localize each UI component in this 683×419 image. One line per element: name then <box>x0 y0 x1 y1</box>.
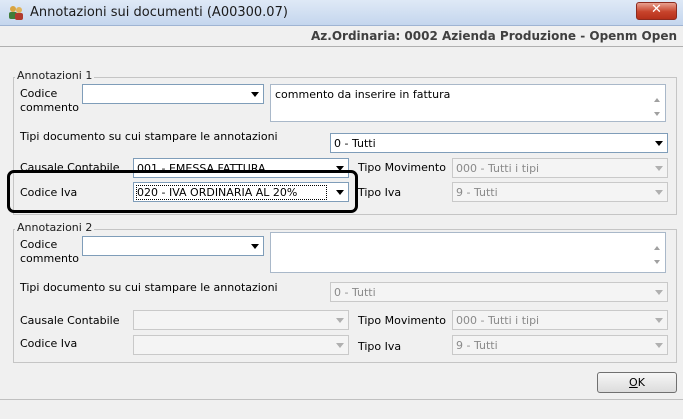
ok-button-label: K <box>637 376 645 389</box>
tipo-iva-1-select[interactable]: 9 - Tutti <box>452 182 668 202</box>
scroll-up-icon[interactable] <box>654 246 660 250</box>
tipo-iva-1-label: Tipo Iva <box>358 186 402 199</box>
chevron-down-icon <box>251 92 259 97</box>
divider <box>0 46 683 47</box>
chevron-down-icon <box>655 343 663 348</box>
annotazioni-2-title: Annotazioni 2 <box>15 221 95 234</box>
causale-contabile-2-label: Causale Contabile <box>20 314 120 327</box>
chevron-down-icon <box>336 343 344 348</box>
chevron-down-icon <box>336 318 344 323</box>
commento-2-textarea[interactable] <box>270 232 666 273</box>
commento-1-textarea[interactable]: commento da inserire in fattura <box>270 84 666 122</box>
close-button[interactable]: ✕ <box>636 2 677 20</box>
codice-commento-2-label-2: commento <box>20 252 79 265</box>
ok-button-mnemonic: O <box>629 376 638 389</box>
tipo-iva-2-label: Tipo Iva <box>358 340 402 353</box>
chevron-down-icon <box>655 141 663 146</box>
status-bar <box>0 399 683 419</box>
codice-commento-2-select[interactable] <box>82 236 264 256</box>
chevron-down-icon <box>655 318 663 323</box>
codice-commento-label-2: commento <box>20 101 79 114</box>
tipi-documento-2-label: Tipi documento su cui stampare le annota… <box>20 281 278 294</box>
company-line: Az.Ordinaria: 0002 Azienda Produzione - … <box>0 27 683 45</box>
codice-iva-2-select[interactable] <box>133 335 349 355</box>
chevron-down-icon <box>251 244 259 249</box>
tipo-movimento-2-label: Tipo Movimento <box>358 314 446 327</box>
commento-1-text: commento da inserire in fattura <box>275 88 451 101</box>
ok-button[interactable]: OK <box>597 372 677 393</box>
title-bar: Annotazioni sui documenti (A00300.07) ✕ <box>0 0 683 26</box>
tipo-movimento-1-label: Tipo Movimento <box>358 161 446 174</box>
scroll-up-icon[interactable] <box>654 98 660 102</box>
codice-iva-2-label: Codice Iva <box>20 337 78 350</box>
highlight-annotation <box>7 170 358 213</box>
codice-commento-1-select[interactable] <box>82 84 264 104</box>
tipo-iva-2-select[interactable]: 9 - Tutti <box>452 335 668 355</box>
chevron-down-icon <box>655 166 663 171</box>
tipi-documento-1-select[interactable]: 0 - Tutti <box>330 133 668 153</box>
scroll-down-icon[interactable] <box>654 260 660 264</box>
tipo-movimento-2-select[interactable]: 000 - Tutti i tipi <box>452 310 668 330</box>
causale-contabile-2-select[interactable] <box>133 310 349 330</box>
tipi-documento-2-select[interactable]: 0 - Tutti <box>330 282 668 302</box>
window-title: Annotazioni sui documenti (A00300.07) <box>30 5 288 20</box>
chevron-down-icon <box>655 290 663 295</box>
close-icon: ✕ <box>651 2 662 17</box>
tipi-documento-1-label: Tipi documento su cui stampare le annota… <box>20 130 278 143</box>
tipo-movimento-1-select[interactable]: 000 - Tutti i tipi <box>452 158 668 178</box>
annotazioni-1-title: Annotazioni 1 <box>15 69 95 82</box>
users-notes-icon <box>9 6 23 20</box>
scroll-down-icon[interactable] <box>654 112 660 116</box>
chevron-down-icon <box>655 190 663 195</box>
codice-commento-label-1: Codice <box>20 87 58 100</box>
codice-commento-2-label-1: Codice <box>20 238 58 251</box>
